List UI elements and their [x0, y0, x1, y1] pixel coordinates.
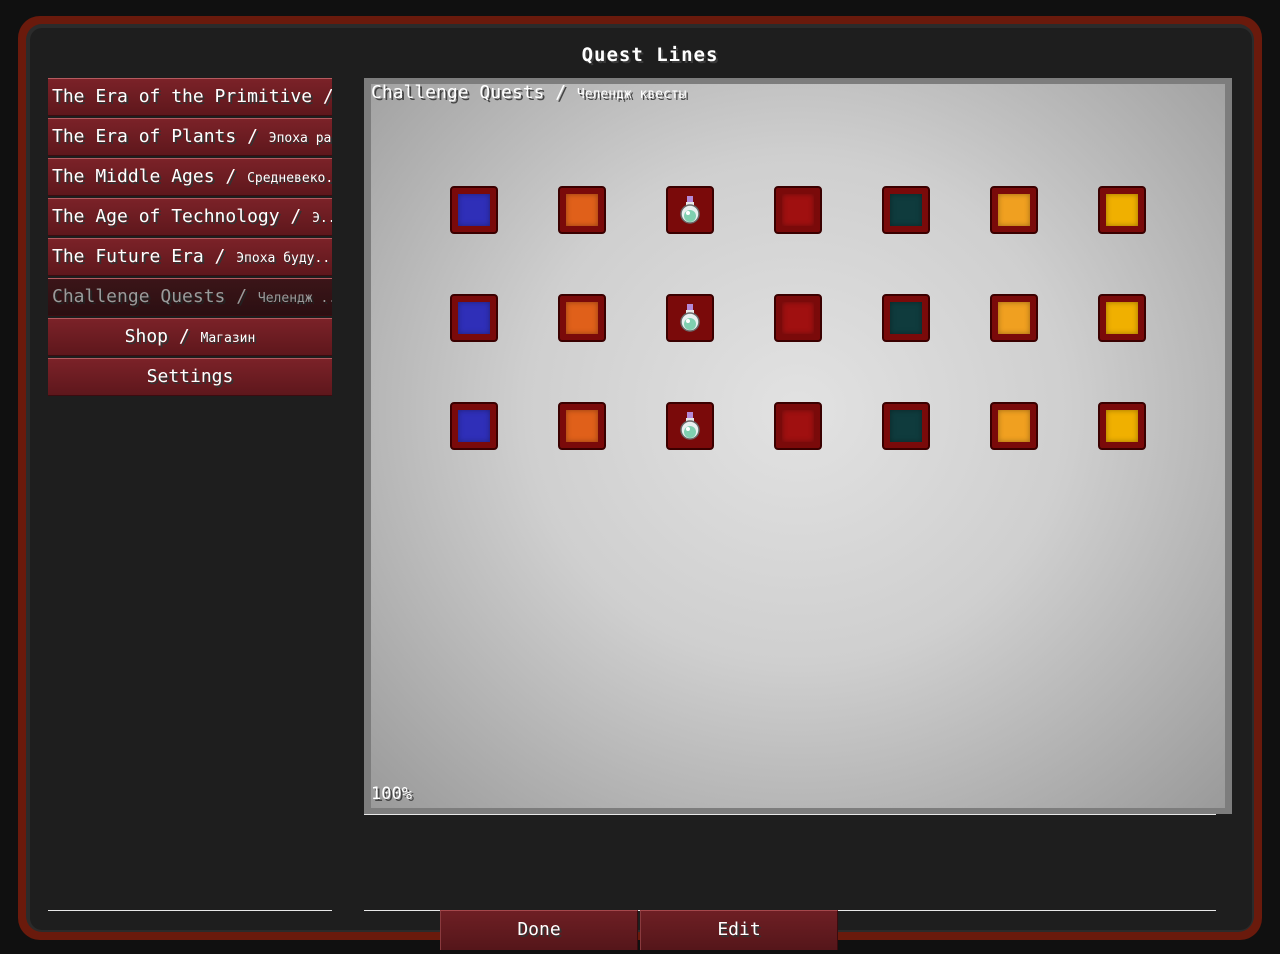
done-button[interactable]: Done: [440, 910, 638, 950]
quest-node-orange[interactable]: [558, 294, 606, 342]
quest-node-teal[interactable]: [882, 294, 930, 342]
page-title: Quest Lines: [581, 44, 719, 66]
quest-node-potion[interactable]: [666, 186, 714, 234]
quest-node-potion[interactable]: [666, 294, 714, 342]
quest-line-item-middle-ages[interactable]: The Middle Ages / Средневеко...: [48, 158, 332, 196]
quest-line-label: Settings: [146, 366, 234, 387]
canvas-title-label: Challenge Quests /: [371, 82, 577, 103]
canvas-title: Challenge Quests / Челендж квесты: [371, 82, 686, 103]
quest-line-label: The Era of Plants /: [52, 126, 269, 147]
quest-line-sublabel: Челендж ...: [257, 291, 332, 306]
quest-node-teal[interactable]: [882, 402, 930, 450]
quest-node-potion[interactable]: [666, 402, 714, 450]
quest-line-sublabel: Эпоха ра...: [268, 131, 332, 146]
quest-line-item-challenge[interactable]: Challenge Quests / Челендж ...: [48, 278, 332, 316]
quest-node-orange[interactable]: [558, 402, 606, 450]
quest-node-amber[interactable]: [990, 186, 1038, 234]
edit-button[interactable]: Edit: [640, 910, 838, 950]
potion-icon: [680, 196, 700, 224]
divider: [364, 814, 1216, 815]
quest-node-teal[interactable]: [882, 186, 930, 234]
quest-line-item-future[interactable]: The Future Era / Эпоха буду...: [48, 238, 332, 276]
quest-line-label: The Future Era /: [52, 246, 237, 267]
quest-line-item-settings[interactable]: Settings: [48, 358, 332, 396]
quest-line-item-shop[interactable]: Shop / Магазин: [48, 318, 332, 356]
quest-line-sublabel: Э...: [312, 211, 332, 226]
quest-line-label: The Era of the Primitive / ...: [52, 86, 332, 107]
quest-line-item-plants[interactable]: The Era of Plants / Эпоха ра...: [48, 118, 332, 156]
potion-icon: [680, 304, 700, 332]
quest-node-red[interactable]: [774, 402, 822, 450]
potion-icon: [680, 412, 700, 440]
quest-node-blue[interactable]: [450, 294, 498, 342]
quest-node-gold[interactable]: [1098, 402, 1146, 450]
quest-node-gold[interactable]: [1098, 294, 1146, 342]
quest-node-blue[interactable]: [450, 186, 498, 234]
quest-line-sublabel: Эпоха буду...: [236, 251, 332, 266]
quest-line-list: The Era of the Primitive / ... The Era o…: [48, 78, 332, 398]
quest-node-blue[interactable]: [450, 402, 498, 450]
quest-line-sublabel: Средневеко...: [247, 171, 332, 186]
quest-node-amber[interactable]: [990, 402, 1038, 450]
quest-node-gold[interactable]: [1098, 186, 1146, 234]
zoom-level: 100%: [371, 784, 412, 804]
quest-node-orange[interactable]: [558, 186, 606, 234]
quest-line-sublabel: Магазин: [200, 331, 256, 346]
quest-node-red[interactable]: [774, 294, 822, 342]
canvas-title-sublabel: Челендж квесты: [576, 87, 687, 102]
quest-line-label: The Middle Ages /: [52, 166, 248, 187]
quest-line-item-technology[interactable]: The Age of Technology / Э...: [48, 198, 332, 236]
divider: [48, 910, 332, 911]
quest-line-label: Shop /: [124, 326, 201, 347]
quest-line-label: Challenge Quests /: [52, 286, 258, 307]
quest-line-item-primitive[interactable]: The Era of the Primitive / ...: [48, 78, 332, 116]
quest-node-red[interactable]: [774, 186, 822, 234]
quest-node-amber[interactable]: [990, 294, 1038, 342]
quest-line-label: The Age of Technology /: [52, 206, 313, 227]
